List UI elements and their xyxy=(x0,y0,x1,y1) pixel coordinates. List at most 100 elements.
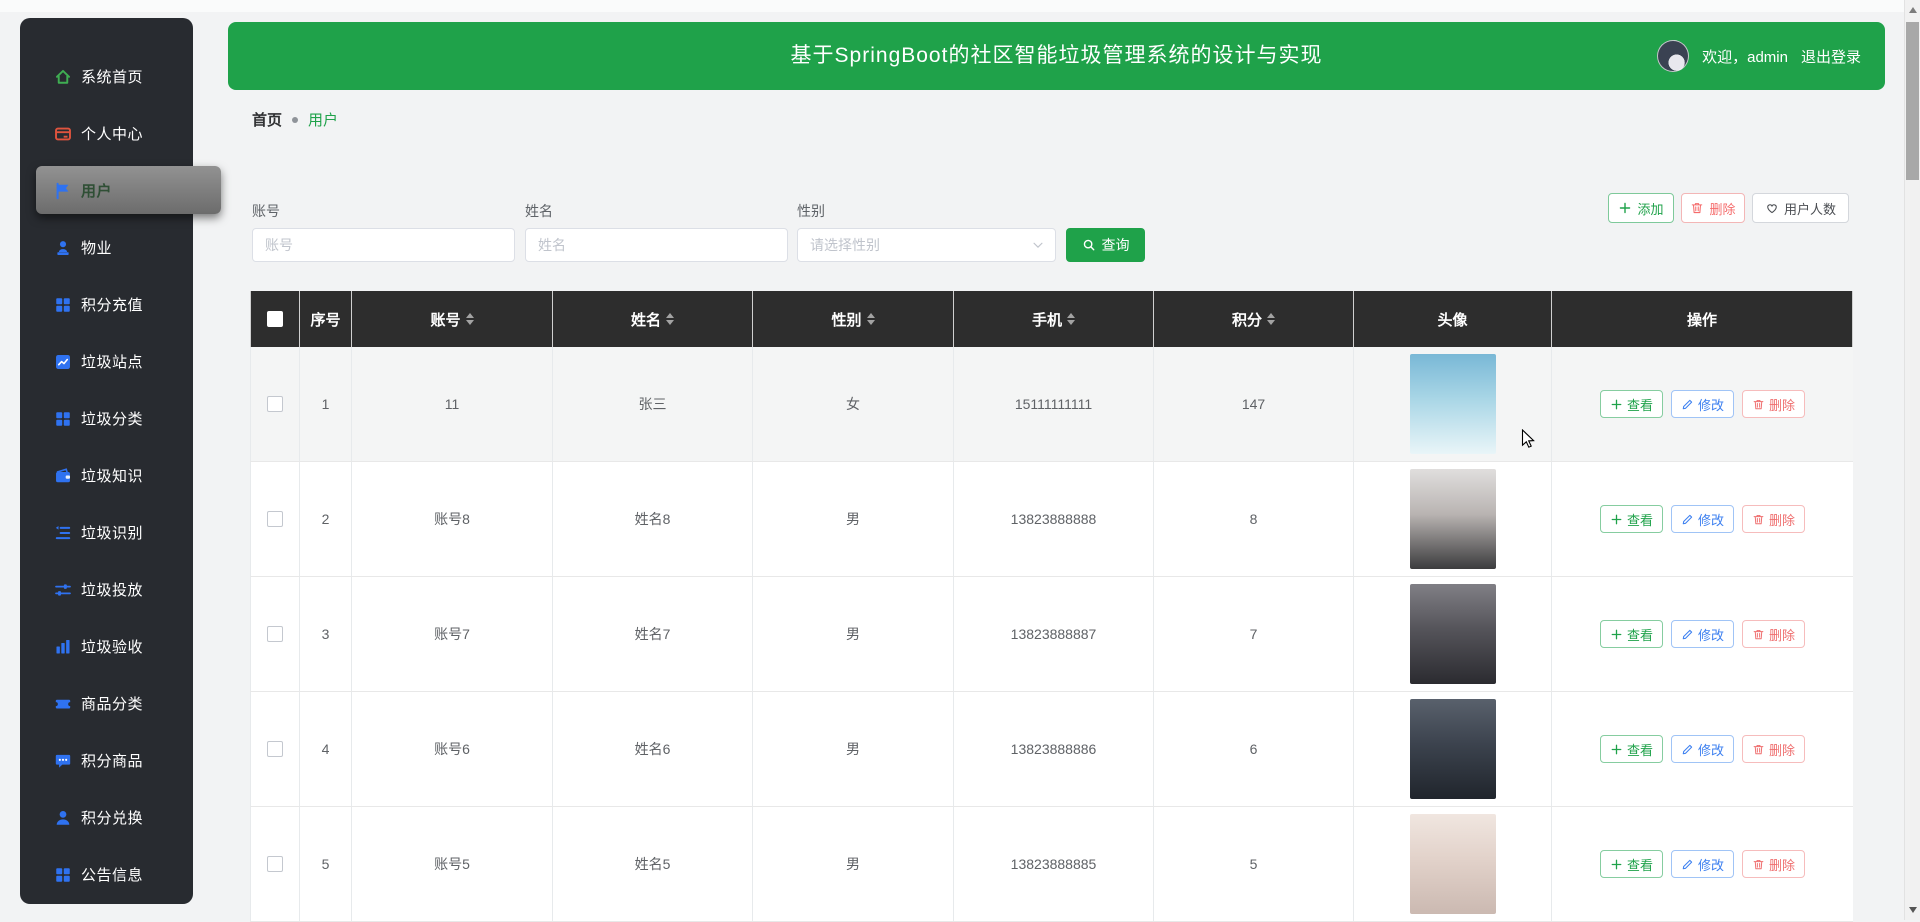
cell-phone: 15111111111 xyxy=(954,347,1154,461)
add-button[interactable]: 添加 xyxy=(1608,193,1674,223)
row-checkbox[interactable] xyxy=(267,856,283,872)
sidebar-item-station[interactable]: 垃圾站点 xyxy=(20,333,193,390)
delete-button-label: 删除 xyxy=(1709,201,1736,217)
delete-row-button[interactable]: 删除 xyxy=(1742,390,1806,418)
sidebar-item-profile[interactable]: 个人中心 xyxy=(20,105,193,162)
row-checkbox[interactable] xyxy=(267,626,283,642)
edit-row-button[interactable]: 修改 xyxy=(1670,735,1734,763)
sort-icon[interactable] xyxy=(1267,313,1275,325)
vertical-scrollbar[interactable] xyxy=(1904,0,1920,920)
cell-account: 账号8 xyxy=(352,462,553,576)
delete-row-button[interactable]: 删除 xyxy=(1742,620,1806,648)
sidebar-item-points-exch[interactable]: 积分兑换 xyxy=(20,789,193,846)
sidebar-item-category[interactable]: 垃圾分类 xyxy=(20,390,193,447)
sidebar-item-goods-cat[interactable]: 商品分类 xyxy=(20,675,193,732)
gender-select[interactable]: 请选择性别 xyxy=(797,228,1056,262)
row-checkbox[interactable] xyxy=(267,511,283,527)
cell-seq-value: 3 xyxy=(321,626,330,642)
sidebar-item-dropoff[interactable]: 垃圾投放 xyxy=(20,561,193,618)
sidebar-item-points-goods[interactable]: 积分商品 xyxy=(20,732,193,789)
row-actions: 查看 修改 删除 xyxy=(1599,505,1806,533)
cell-actions: 查看 修改 删除 xyxy=(1552,577,1853,691)
cell-points: 5 xyxy=(1154,807,1354,921)
user-count-button[interactable]: 用户人数 xyxy=(1752,193,1849,223)
sidebar-item-notice[interactable]: 公告信息 xyxy=(20,846,193,903)
cell-name: 张三 xyxy=(553,347,753,461)
sidebar-item-label: 用户 xyxy=(81,183,113,200)
edit-row-button[interactable]: 修改 xyxy=(1670,505,1734,533)
search-button-label: 查询 xyxy=(1101,237,1130,253)
cell-phone-value: 13823888888 xyxy=(1010,511,1097,527)
sidebar-item-acceptance[interactable]: 垃圾验收 xyxy=(20,618,193,675)
table-row: 3 账号7 姓名7 男 13823888887 7 查看 修改 删除 xyxy=(250,577,1853,692)
cell-avatar xyxy=(1354,692,1552,806)
view-row-button[interactable]: 查看 xyxy=(1599,505,1663,533)
column-header-checkbox xyxy=(250,291,300,347)
edit-row-button-label: 修改 xyxy=(1697,627,1724,643)
sidebar-item-label: 公告信息 xyxy=(81,867,144,884)
breadcrumb: 首页 用户 xyxy=(252,109,338,130)
column-header-label: 性别 xyxy=(831,311,862,329)
edit-row-button[interactable]: 修改 xyxy=(1670,850,1734,878)
sort-icon[interactable] xyxy=(866,313,875,325)
sidebar-item-recharge[interactable]: 积分充值 xyxy=(20,276,193,333)
sidebar-item-home[interactable]: 系统首页 xyxy=(20,48,193,105)
grid-icon xyxy=(54,296,72,314)
list-icon xyxy=(54,524,72,542)
scroll-up-icon[interactable] xyxy=(1905,2,1920,18)
cell-points-value: 147 xyxy=(1241,396,1266,412)
column-header-账号: 账号 xyxy=(352,291,553,347)
app-header: 基于SpringBoot的社区智能垃圾管理系统的设计与实现 欢迎，admin 退… xyxy=(228,22,1885,90)
sort-icon[interactable] xyxy=(465,313,474,325)
column-header-label: 账号 xyxy=(430,311,461,329)
cell-phone: 13823888888 xyxy=(954,462,1154,576)
logout-link[interactable]: 退出登录 xyxy=(1801,46,1861,67)
heart-icon xyxy=(1767,204,1777,214)
sort-icon[interactable] xyxy=(1067,313,1075,325)
cell-points: 6 xyxy=(1154,692,1354,806)
sidebar-item-property[interactable]: 物业 xyxy=(20,219,193,276)
edit-icon xyxy=(1681,628,1694,641)
scroll-down-icon[interactable] xyxy=(1905,902,1920,918)
sort-icon[interactable] xyxy=(666,313,674,325)
name-input[interactable] xyxy=(525,228,788,262)
delete-row-button[interactable]: 删除 xyxy=(1742,850,1806,878)
cell-gender-value: 女 xyxy=(846,396,860,412)
delete-row-button[interactable]: 删除 xyxy=(1742,505,1806,533)
trash-icon xyxy=(1752,513,1765,526)
breadcrumb-home[interactable]: 首页 xyxy=(252,109,282,130)
sidebar-item-label: 商品分类 xyxy=(81,696,144,713)
search-button[interactable]: 查询 xyxy=(1066,228,1145,262)
row-checkbox[interactable] xyxy=(267,741,283,757)
sliders-icon xyxy=(54,581,72,599)
select-all-checkbox[interactable] xyxy=(267,311,283,327)
edit-row-button[interactable]: 修改 xyxy=(1670,390,1734,418)
view-row-button[interactable]: 查看 xyxy=(1599,735,1663,763)
header-avatar[interactable] xyxy=(1657,40,1690,72)
delete-row-button[interactable]: 删除 xyxy=(1742,735,1806,763)
cell-name-value: 张三 xyxy=(638,396,667,412)
user-avatar xyxy=(1409,814,1496,914)
edit-row-button[interactable]: 修改 xyxy=(1670,620,1734,648)
view-row-button[interactable]: 查看 xyxy=(1599,850,1663,878)
sidebar-item-recognition[interactable]: 垃圾识别 xyxy=(20,504,193,561)
row-checkbox-cell xyxy=(250,347,300,461)
account-input[interactable] xyxy=(252,228,515,262)
column-header-性别: 性别 xyxy=(753,291,954,347)
edit-icon xyxy=(1681,513,1694,526)
row-actions: 查看 修改 删除 xyxy=(1599,390,1806,418)
top-strip xyxy=(0,0,1904,12)
user-avatar xyxy=(1409,584,1496,684)
cell-seq: 1 xyxy=(300,347,352,461)
row-checkbox[interactable] xyxy=(267,396,283,412)
sidebar-item-users[interactable]: 用户 xyxy=(20,162,221,219)
sidebar-item-label: 系统首页 xyxy=(81,69,144,86)
view-row-button[interactable]: 查看 xyxy=(1599,390,1663,418)
sidebar-item-knowledge[interactable]: 垃圾知识 xyxy=(20,447,193,504)
view-row-button[interactable]: 查看 xyxy=(1599,620,1663,648)
delete-button[interactable]: 删除 xyxy=(1681,193,1745,223)
scrollbar-thumb[interactable] xyxy=(1906,22,1919,180)
delete-row-button-label: 删除 xyxy=(1769,627,1796,643)
cell-gender: 男 xyxy=(753,577,954,691)
stamp-icon xyxy=(54,239,72,257)
